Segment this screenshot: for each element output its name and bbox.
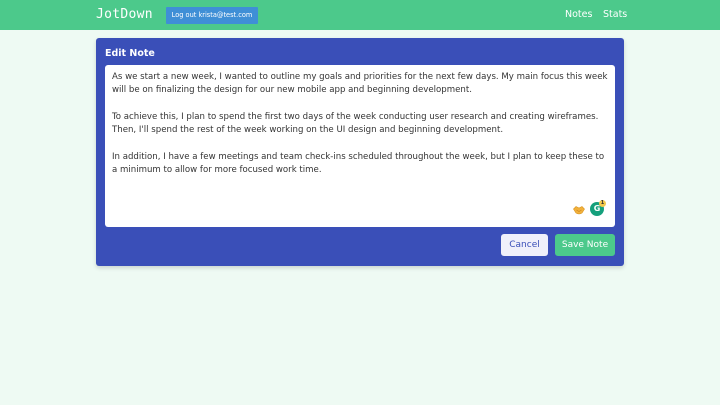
note-paragraph: As we start a new week, I wanted to outl… (112, 72, 608, 96)
grammarly-badge: 1 (599, 200, 606, 207)
brand-logo[interactable]: JotDown (96, 7, 153, 22)
navbar: JotDown Log out krista@test.com Notes St… (0, 0, 720, 30)
edit-note-card: Edit Note As we start a new week, I want… (96, 38, 624, 266)
nav-link-notes[interactable]: Notes (565, 9, 592, 20)
cancel-button[interactable]: Cancel (501, 234, 548, 256)
note-paragraph: In addition, I have a few meetings and t… (112, 151, 605, 176)
note-textarea[interactable]: As we start a new week, I wanted to outl… (105, 65, 615, 227)
save-note-button[interactable]: Save Note (555, 234, 615, 256)
nav-link-stats[interactable]: Stats (603, 9, 627, 20)
card-title: Edit Note (105, 48, 155, 59)
note-paragraph: To achieve this, I plan to spend the fir… (112, 111, 599, 136)
handshake-emoji-icon[interactable] (573, 205, 585, 215)
logout-button[interactable]: Log out krista@test.com (166, 7, 258, 24)
